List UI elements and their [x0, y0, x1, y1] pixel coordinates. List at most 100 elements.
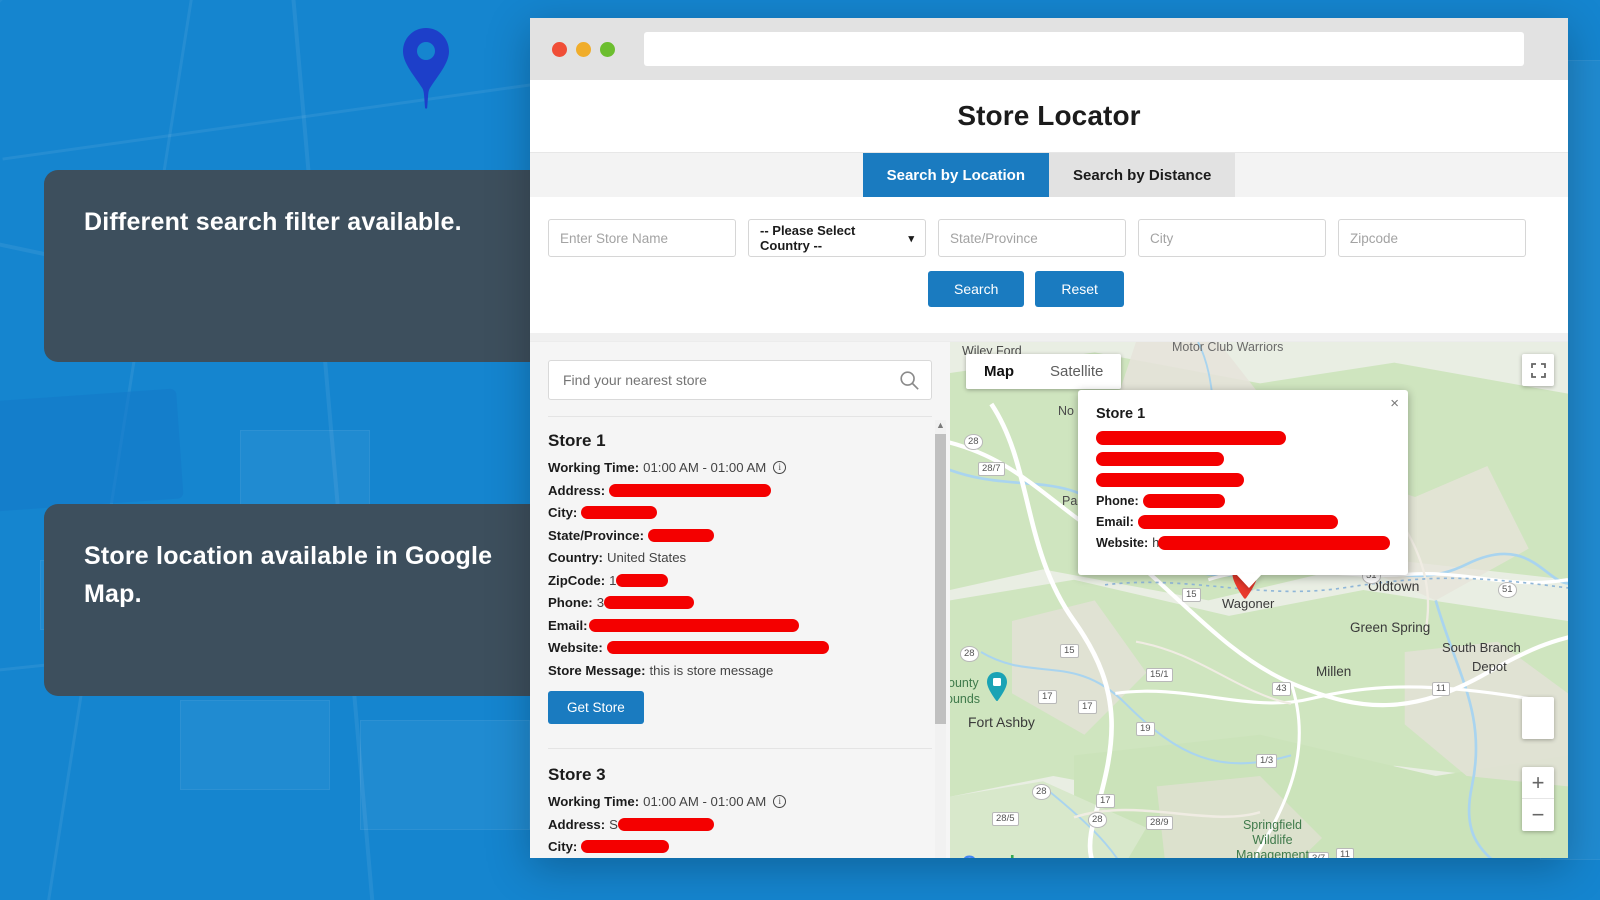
filter-buttons: Search Reset	[548, 271, 1550, 307]
fullscreen-icon	[1530, 362, 1546, 378]
road-shield: 28/9	[1146, 816, 1173, 830]
bg-map-block	[0, 388, 184, 512]
url-bar[interactable]	[644, 32, 1524, 66]
state-value-redacted	[648, 528, 715, 542]
list-divider	[548, 748, 932, 749]
google-map[interactable]: Wiley Ford Motor Club Warriors No Pa oun…	[950, 342, 1568, 858]
store-name: Store 3	[548, 765, 606, 784]
map-place-label: South Branch	[1442, 640, 1521, 655]
scrollbar-thumb[interactable]	[935, 434, 946, 724]
info-window-tail	[1236, 574, 1262, 588]
zipcode-input[interactable]: Zipcode	[1338, 219, 1526, 257]
info-window-row	[1096, 431, 1390, 445]
callout-store-location: Store location available in Google Map.	[44, 504, 582, 696]
get-store-button[interactable]: Get Store	[548, 691, 644, 724]
road-shield: 28/5	[992, 812, 1019, 826]
search-tabs: Search by Location Search by Distance	[530, 152, 1568, 197]
state-placeholder: State/Province	[950, 230, 1038, 246]
store-country-row: Country: United States	[548, 550, 932, 565]
road-shield: 19	[1136, 722, 1155, 736]
callout-search-filter: Different search filter available.	[44, 170, 582, 362]
callout-text: Different search filter available.	[84, 208, 462, 236]
road-shield: 28/7	[978, 462, 1005, 476]
zipcode-value-redacted	[616, 573, 669, 587]
bg-map-block	[360, 720, 530, 830]
address-label: Address:	[548, 482, 606, 498]
address-label: Address:	[548, 816, 606, 832]
tab-search-by-location[interactable]: Search by Location	[862, 153, 1049, 197]
map-park-label: Springfield Wildlife Management	[1236, 818, 1309, 858]
email-label: Email:	[548, 617, 588, 633]
bg-map-line	[2, 82, 538, 161]
map-type-satellite-button[interactable]: Satellite	[1032, 354, 1121, 389]
search-icon[interactable]	[898, 369, 920, 391]
map-place-label: No	[1058, 404, 1074, 418]
store-name-input[interactable]: Enter Store Name	[548, 219, 736, 257]
close-icon[interactable]: ×	[1390, 396, 1399, 411]
tab-search-by-distance[interactable]: Search by Distance	[1048, 153, 1236, 197]
zoom-out-button[interactable]: −	[1522, 799, 1554, 831]
working-time-label: Working Time:	[548, 794, 640, 809]
road-shield: 11	[1336, 848, 1354, 858]
address-prefix: S	[609, 816, 618, 832]
window-minimize-button[interactable]	[576, 41, 591, 57]
chevron-down-icon: ▾	[908, 232, 914, 245]
store-message-value: this is store message	[649, 662, 774, 678]
zoom-in-button[interactable]: +	[1522, 767, 1554, 799]
email-value-redacted	[1137, 515, 1338, 529]
road-shield: 15	[1182, 588, 1201, 602]
map-place-label: Pa	[1062, 494, 1078, 508]
info-window-row	[1096, 452, 1390, 466]
city-input[interactable]: City	[1138, 219, 1326, 257]
phone-label: Phone:	[548, 595, 593, 610]
zipcode-label: ZipCode:	[548, 572, 606, 588]
city-label: City:	[548, 839, 578, 854]
store-card[interactable]: Store 3 Working Time: 01:00 AM - 01:00 A…	[548, 765, 932, 858]
road-shield: 28	[960, 646, 979, 662]
website-value-redacted	[1158, 536, 1390, 550]
store-state-row: State/Province:	[548, 528, 932, 543]
reset-button[interactable]: Reset	[1035, 271, 1124, 307]
store-card[interactable]: Store 1 Working Time: 01:00 AM - 01:00 A…	[548, 431, 932, 732]
window-close-button[interactable]	[552, 41, 567, 57]
website-label: Website:	[1096, 536, 1149, 550]
store-list-scroll[interactable]: Store 1 Working Time: 01:00 AM - 01:00 A…	[548, 416, 932, 858]
map-place-label: ounds	[950, 692, 981, 706]
address-value-redacted	[609, 483, 772, 497]
scroll-up-arrow-icon[interactable]: ▲	[936, 420, 945, 430]
bg-map-block	[240, 430, 370, 510]
info-icon[interactable]: i	[773, 461, 787, 474]
country-value: United States	[606, 550, 687, 565]
info-icon[interactable]: i	[773, 795, 787, 808]
info-window-title: Store 1	[1096, 406, 1146, 422]
store-zipcode-row: ZipCode: 1	[548, 573, 932, 588]
map-place-label: Green Spring	[1350, 620, 1431, 635]
map-type-map-button[interactable]: Map	[966, 354, 1032, 389]
road-shield: 43	[1272, 682, 1291, 696]
road-shield: 1/3	[1256, 754, 1278, 768]
country-select-value: -- Please Select Country --	[760, 223, 856, 253]
website-label: Website:	[548, 640, 603, 655]
store-city-row: City:	[548, 505, 932, 520]
email-value-redacted	[588, 618, 799, 632]
website-value-redacted	[606, 641, 829, 654]
state-province-input[interactable]: State/Province	[938, 219, 1126, 257]
store-message-row: Store Message: this is store message	[548, 663, 932, 678]
email-label: Email:	[1096, 515, 1134, 529]
window-maximize-button[interactable]	[600, 41, 615, 57]
info-window-website-row: Website: h	[1096, 536, 1390, 550]
zipcode-placeholder: Zipcode	[1350, 230, 1399, 246]
country-select[interactable]: -- Please Select Country -- ▾	[748, 219, 926, 257]
street-view-button[interactable]	[1522, 697, 1554, 739]
road-shield: 15	[1060, 644, 1079, 658]
store-address-row: Address:	[548, 483, 932, 498]
fullscreen-button[interactable]	[1522, 354, 1554, 386]
park-label-line1: Springfield	[1242, 818, 1303, 832]
search-button[interactable]: Search	[928, 271, 1025, 307]
store-search-input[interactable]	[548, 360, 932, 400]
phone-value-redacted	[604, 596, 695, 609]
store-list-scrollbar[interactable]: ▲ ▼	[935, 420, 946, 858]
map-place-label: Millen	[1316, 664, 1352, 679]
road-shield: 15/1	[1146, 668, 1173, 682]
country-label: Country:	[548, 550, 603, 565]
